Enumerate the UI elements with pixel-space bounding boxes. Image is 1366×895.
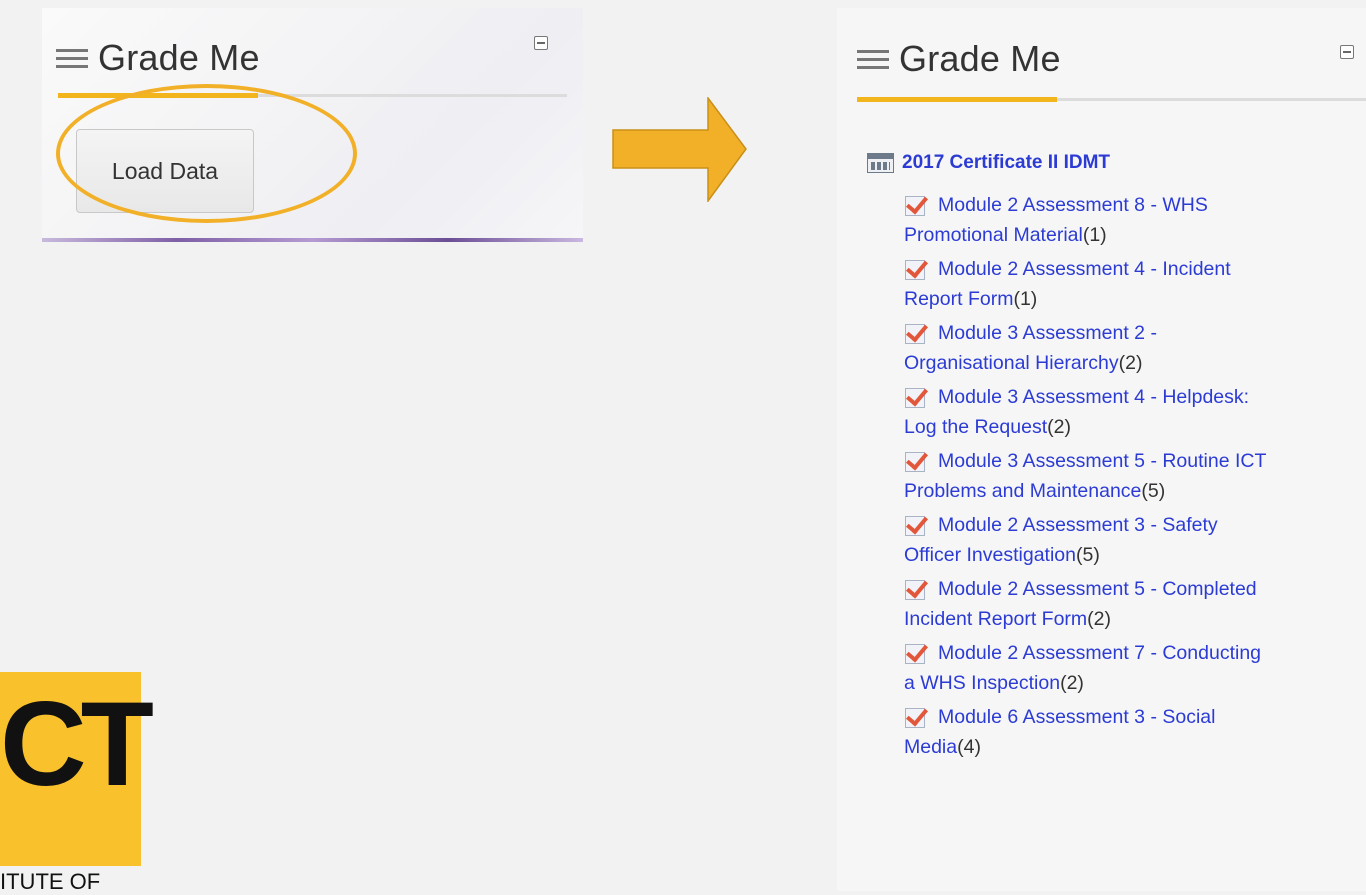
logo-caption: ITUTE OF: [0, 869, 101, 894]
assessment-link-line2: Problems and Maintenance(5): [904, 476, 1365, 506]
assessment-link-line2-text: Officer Investigation: [904, 544, 1076, 566]
block-title: Grade Me: [899, 38, 1061, 79]
assessment-count: (2): [1118, 352, 1143, 374]
assessment-link-line2: a WHS Inspection(2): [904, 668, 1365, 698]
assessment-link-line2-text: Incident Report Form: [904, 608, 1088, 630]
assessment-link-line1: Module 6 Assessment 3 - Social: [938, 706, 1216, 728]
assessment-link[interactable]: Module 2 Assessment 5 - Completed Inciden…: [904, 578, 1365, 634]
assessment-link-line2: Organisational Hierarchy(2): [904, 348, 1365, 378]
assessment-count: (5): [1141, 480, 1166, 502]
assignment-check-icon: [905, 260, 925, 280]
block-header: Grade Me: [56, 36, 260, 80]
assessment-item: Module 2 Assessment 5 - Completed Inciden…: [904, 574, 1365, 638]
assessment-link-line2-text: Log the Request: [904, 416, 1048, 438]
assessment-link[interactable]: Module 2 Assessment 4 - Incident Report F…: [904, 258, 1365, 314]
assessment-link-line1: Module 3 Assessment 4 - Helpdesk:: [938, 386, 1250, 408]
assessment-link-line2-text: Organisational Hierarchy: [904, 352, 1119, 374]
assessment-link-line2-text: a WHS Inspection: [904, 672, 1061, 694]
assignment-check-icon: [905, 580, 925, 600]
right-arrow-annotation: [612, 97, 747, 202]
assessment-link-line2: Officer Investigation(5): [904, 540, 1365, 570]
assessment-link-line2: Log the Request(2): [904, 412, 1365, 442]
hamburger-menu-icon[interactable]: [857, 48, 889, 70]
assessment-count: (5): [1075, 544, 1100, 566]
course-calendar-icon: [867, 153, 894, 173]
assignment-check-icon: [905, 324, 925, 344]
course-row: 2017 Certificate II IDMT: [867, 152, 1110, 174]
assessment-link-line2: Media(4): [904, 732, 1365, 762]
load-data-button[interactable]: Load Data: [76, 129, 254, 213]
assessment-link-line2: Report Form(1): [904, 284, 1365, 314]
assessment-link-line2-text: Media: [904, 736, 958, 758]
assessment-link-line1: Module 3 Assessment 5 - Routine ICT: [938, 450, 1267, 472]
assessment-item: Module 3 Assessment 2 - Organisational Hi…: [904, 318, 1365, 382]
block-title: Grade Me: [98, 37, 260, 78]
assignment-check-icon: [905, 452, 925, 472]
block-header: Grade Me: [857, 37, 1061, 81]
institute-logo: CT: [0, 672, 154, 866]
collapse-block-icon[interactable]: [534, 36, 548, 50]
assessment-link[interactable]: Module 2 Assessment 8 - WHS Promotional M…: [904, 194, 1365, 250]
assessment-item: Module 2 Assessment 4 - Incident Report F…: [904, 254, 1365, 318]
collapse-block-icon[interactable]: [1340, 45, 1354, 59]
assessment-count: (1): [1082, 224, 1107, 246]
assessment-count: (2): [1060, 672, 1084, 694]
assignment-check-icon: [905, 708, 925, 728]
title-underline: [58, 93, 567, 98]
title-underline-accent: [857, 97, 1057, 102]
grade-me-block-before: Grade Me Load Data: [42, 8, 583, 242]
decorative-strip: [42, 238, 583, 242]
assessment-link[interactable]: Module 3 Assessment 4 - Helpdesk: Log the…: [904, 386, 1365, 442]
assessment-link-line2: Incident Report Form(2): [904, 604, 1365, 634]
logo-letters: CT: [0, 677, 154, 811]
assessment-link-line1: Module 2 Assessment 5 - Completed: [938, 578, 1257, 600]
course-link[interactable]: 2017 Certificate II IDMT: [902, 152, 1110, 174]
assessment-count: (2): [1087, 608, 1111, 630]
assessment-list: Module 2 Assessment 8 - WHS Promotional M…: [904, 190, 1365, 766]
assessment-link-line1: Module 2 Assessment 4 - Incident: [938, 258, 1231, 280]
assessment-count: (4): [957, 736, 981, 758]
assessment-item: Module 3 Assessment 4 - Helpdesk: Log the…: [904, 382, 1365, 446]
assessment-link-line2-text: Promotional Material: [904, 224, 1083, 246]
assessment-item: Module 3 Assessment 5 - Routine ICT Probl…: [904, 446, 1365, 510]
assessment-link-line2-text: Problems and Maintenance: [904, 480, 1142, 502]
assessment-count: (2): [1047, 416, 1071, 438]
assessment-item: Module 2 Assessment 8 - WHS Promotional M…: [904, 190, 1365, 254]
assignment-check-icon: [905, 196, 925, 216]
assessment-item: Module 2 Assessment 7 - Conducting a WHS …: [904, 638, 1365, 702]
assessment-link-line2: Promotional Material(1): [904, 220, 1365, 250]
assessment-item: Module 6 Assessment 3 - Social Media(4): [904, 702, 1365, 766]
assessment-link[interactable]: Module 2 Assessment 3 - Safety Officer In…: [904, 514, 1365, 570]
assessment-link-line1: Module 2 Assessment 8 - WHS: [938, 194, 1208, 216]
assignment-check-icon: [905, 516, 925, 536]
assessment-link[interactable]: Module 2 Assessment 7 - Conducting a WHS …: [904, 642, 1365, 698]
assessment-link-line1: Module 2 Assessment 3 - Safety: [938, 514, 1218, 536]
assessment-item: Module 2 Assessment 3 - Safety Officer In…: [904, 510, 1365, 574]
hamburger-menu-icon[interactable]: [56, 47, 88, 69]
title-underline-accent: [58, 93, 258, 98]
assignment-check-icon: [905, 388, 925, 408]
assessment-count: (1): [1013, 288, 1038, 310]
assessment-link[interactable]: Module 6 Assessment 3 - Social Media(4): [904, 706, 1365, 762]
assessment-link-line1: Module 2 Assessment 7 - Conducting: [938, 642, 1262, 664]
assignment-check-icon: [905, 644, 925, 664]
assessment-link-line1: Module 3 Assessment 2 -: [938, 322, 1157, 344]
grade-me-block-after: Grade Me 2017 Certificate II IDMT Module…: [837, 8, 1366, 891]
title-underline: [857, 97, 1366, 102]
assessment-link[interactable]: Module 3 Assessment 5 - Routine ICT Probl…: [904, 450, 1365, 506]
assessment-link-line2-text: Report Form: [904, 288, 1014, 310]
assessment-link[interactable]: Module 3 Assessment 2 - Organisational Hi…: [904, 322, 1365, 378]
